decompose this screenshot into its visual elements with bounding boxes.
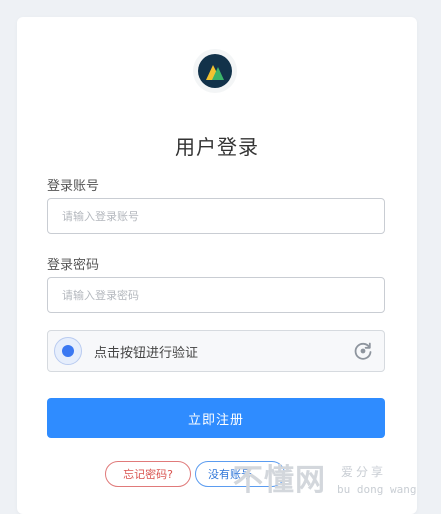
password-label: 登录密码 <box>47 258 100 273</box>
account-input[interactable] <box>47 198 385 234</box>
captcha-verify-button[interactable]: 点击按钮进行验证 <box>47 330 385 372</box>
register-submit-button[interactable]: 立即注册 <box>47 398 385 438</box>
captcha-dot-icon <box>54 337 82 365</box>
logo <box>193 49 237 93</box>
page-title: 用户登录 <box>175 135 259 159</box>
captcha-text: 点击按钮进行验证 <box>94 345 199 361</box>
password-input[interactable] <box>47 277 385 313</box>
login-card: 用户登录 登录账号 登录密码 点击按钮进行验证 立即注册 忘记密码? 没有账号 <box>17 17 417 514</box>
account-label: 登录账号 <box>47 179 100 194</box>
register-link[interactable]: 没有账号 <box>195 461 285 487</box>
mountain-logo-icon <box>198 54 232 88</box>
refresh-icon[interactable] <box>352 340 374 362</box>
forgot-password-link[interactable]: 忘记密码? <box>105 461 191 487</box>
